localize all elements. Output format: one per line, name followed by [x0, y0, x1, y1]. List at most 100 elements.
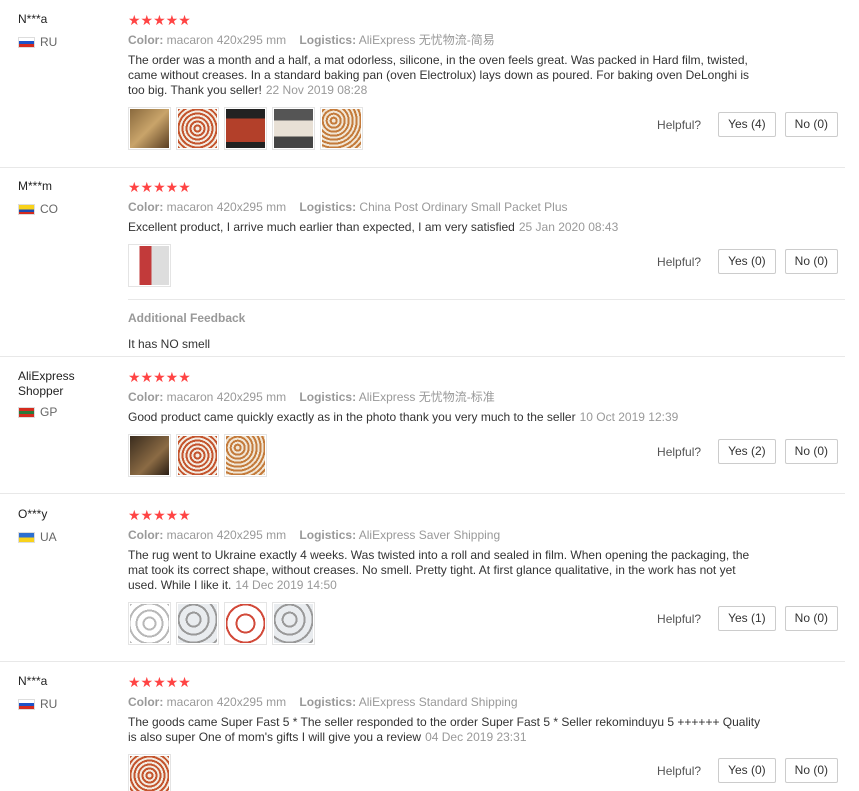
- additional-feedback-text: It has NO smell: [128, 337, 211, 351]
- review-photo-thumb[interactable]: [128, 244, 171, 287]
- helpful-label: Helpful?: [657, 254, 702, 269]
- color-label: Color:: [128, 33, 164, 47]
- helpful-yes-button[interactable]: Yes (1): [718, 606, 776, 631]
- helpful-vote: Helpful? Yes (1) No (0): [657, 606, 838, 631]
- reviewer-name: N***a: [18, 12, 48, 26]
- review-photo-thumb[interactable]: [224, 107, 267, 150]
- review-body: Good product came quickly exactly as in …: [128, 410, 576, 424]
- color-label: Color:: [128, 200, 164, 214]
- flag-icon: [18, 406, 35, 418]
- review-photo-thumb[interactable]: [272, 107, 315, 150]
- review-date: 22 Nov 2019 08:28: [265, 83, 368, 97]
- review-meta: Color: macaron 420x295 mm Logistics: Ali…: [128, 527, 768, 543]
- reviewer-name: AliExpress Shopper: [18, 369, 75, 398]
- helpful-vote: Helpful? Yes (0) No (0): [657, 758, 838, 783]
- helpful-no-button[interactable]: No (0): [784, 249, 838, 274]
- reviewer-info: N***a RU: [18, 12, 118, 49]
- review-photo-thumb[interactable]: [176, 107, 219, 150]
- review-date: 14 Dec 2019 14:50: [235, 578, 337, 592]
- review-date: 10 Oct 2019 12:39: [579, 410, 679, 424]
- review-text: The order was a month and a half, a mat …: [128, 53, 768, 98]
- country-code: CO: [40, 202, 58, 216]
- color-label: Color:: [128, 695, 164, 709]
- review-photo-thumb[interactable]: [128, 434, 171, 477]
- country-code: UA: [40, 530, 57, 544]
- review-photo-thumb[interactable]: [176, 602, 219, 645]
- logistics-value: AliExpress Saver Shipping: [358, 528, 501, 542]
- review-body: The order was a month and a half, a mat …: [128, 53, 750, 97]
- logistics-value: AliExpress Standard Shipping: [358, 695, 518, 709]
- flag-icon: [18, 203, 35, 215]
- reviewer-country: CO: [18, 202, 118, 216]
- review-text: Good product came quickly exactly as in …: [128, 410, 768, 425]
- flag-icon: [18, 36, 35, 48]
- star-rating: ★★★★★: [128, 179, 191, 195]
- color-label: Color:: [128, 528, 164, 542]
- review-photo-thumb[interactable]: [272, 602, 315, 645]
- color-value: macaron 420x295 mm: [166, 695, 287, 709]
- color-value: macaron 420x295 mm: [166, 528, 287, 542]
- review-date: 25 Jan 2020 08:43: [518, 220, 619, 234]
- helpful-vote: Helpful? Yes (0) No (0): [657, 249, 838, 274]
- helpful-yes-button[interactable]: Yes (0): [718, 249, 776, 274]
- review-photo-thumb[interactable]: [128, 754, 171, 791]
- review-photo-thumb[interactable]: [320, 107, 363, 150]
- logistics-value: AliExpress 无忧物流-简易: [358, 33, 495, 47]
- helpful-label: Helpful?: [657, 444, 702, 459]
- color-label: Color:: [128, 390, 164, 404]
- reviewer-country: GP: [18, 405, 118, 419]
- helpful-vote: Helpful? Yes (2) No (0): [657, 439, 838, 464]
- country-code: RU: [40, 697, 58, 711]
- review-text: The rug went to Ukraine exactly 4 weeks.…: [128, 548, 768, 593]
- helpful-label: Helpful?: [657, 763, 702, 778]
- helpful-vote: Helpful? Yes (4) No (0): [657, 112, 838, 137]
- logistics-label: Logistics:: [299, 390, 357, 404]
- additional-feedback-title: Additional Feedback: [128, 311, 246, 325]
- review-photo-thumb[interactable]: [224, 602, 267, 645]
- review-photo-thumb[interactable]: [176, 434, 219, 477]
- review-text: The goods came Super Fast 5 * The seller…: [128, 715, 768, 745]
- reviewer-info: M***m CO: [18, 179, 118, 216]
- logistics-label: Logistics:: [299, 33, 357, 47]
- additional-feedback: Additional Feedback It has NO smell: [128, 299, 845, 351]
- reviewer-country: RU: [18, 697, 118, 711]
- logistics-value: China Post Ordinary Small Packet Plus: [359, 200, 568, 214]
- reviewer-info: N***a RU: [18, 674, 118, 711]
- helpful-no-button[interactable]: No (0): [784, 439, 838, 464]
- reviewer-country: RU: [18, 35, 118, 49]
- logistics-label: Logistics:: [299, 695, 357, 709]
- helpful-label: Helpful?: [657, 611, 702, 626]
- review-meta: Color: macaron 420x295 mm Logistics: Ali…: [128, 32, 768, 48]
- review-item: AliExpress Shopper GP ★★★★★ Color: macar…: [0, 369, 845, 494]
- review-body: The rug went to Ukraine exactly 4 weeks.…: [128, 548, 750, 592]
- helpful-yes-button[interactable]: Yes (0): [718, 758, 776, 783]
- helpful-no-button[interactable]: No (0): [784, 606, 838, 631]
- reviewer-info: O***y UA: [18, 507, 118, 544]
- reviewer-country: UA: [18, 530, 118, 544]
- review-meta: Color: macaron 420x295 mm Logistics: Ali…: [128, 694, 768, 710]
- helpful-yes-button[interactable]: Yes (2): [718, 439, 776, 464]
- logistics-label: Logistics:: [299, 528, 357, 542]
- review-photo-thumb[interactable]: [128, 602, 171, 645]
- reviewer-name: M***m: [18, 179, 53, 193]
- review-item: N***a RU ★★★★★ Color: macaron 420x295 mm…: [0, 674, 845, 791]
- country-code: GP: [40, 405, 58, 419]
- color-value: macaron 420x295 mm: [166, 200, 287, 214]
- review-item: O***y UA ★★★★★ Color: macaron 420x295 mm…: [0, 507, 845, 662]
- flag-icon: [18, 531, 35, 543]
- review-meta: Color: macaron 420x295 mm Logistics: Chi…: [128, 199, 768, 215]
- review-item: M***m CO ★★★★★ Color: macaron 420x295 mm…: [0, 179, 845, 357]
- review-meta: Color: macaron 420x295 mm Logistics: Ali…: [128, 389, 768, 405]
- reviewer-name: O***y: [18, 507, 48, 521]
- review-body: Excellent product, I arrive much earlier…: [128, 220, 515, 234]
- helpful-label: Helpful?: [657, 117, 702, 132]
- helpful-yes-button[interactable]: Yes (4): [718, 112, 776, 137]
- review-photo-thumb[interactable]: [224, 434, 267, 477]
- review-date: 04 Dec 2019 23:31: [425, 730, 527, 744]
- star-rating: ★★★★★: [128, 369, 191, 385]
- color-value: macaron 420x295 mm: [166, 390, 287, 404]
- reviewer-name: N***a: [18, 674, 48, 688]
- helpful-no-button[interactable]: No (0): [784, 758, 838, 783]
- helpful-no-button[interactable]: No (0): [784, 112, 838, 137]
- review-photo-thumb[interactable]: [128, 107, 171, 150]
